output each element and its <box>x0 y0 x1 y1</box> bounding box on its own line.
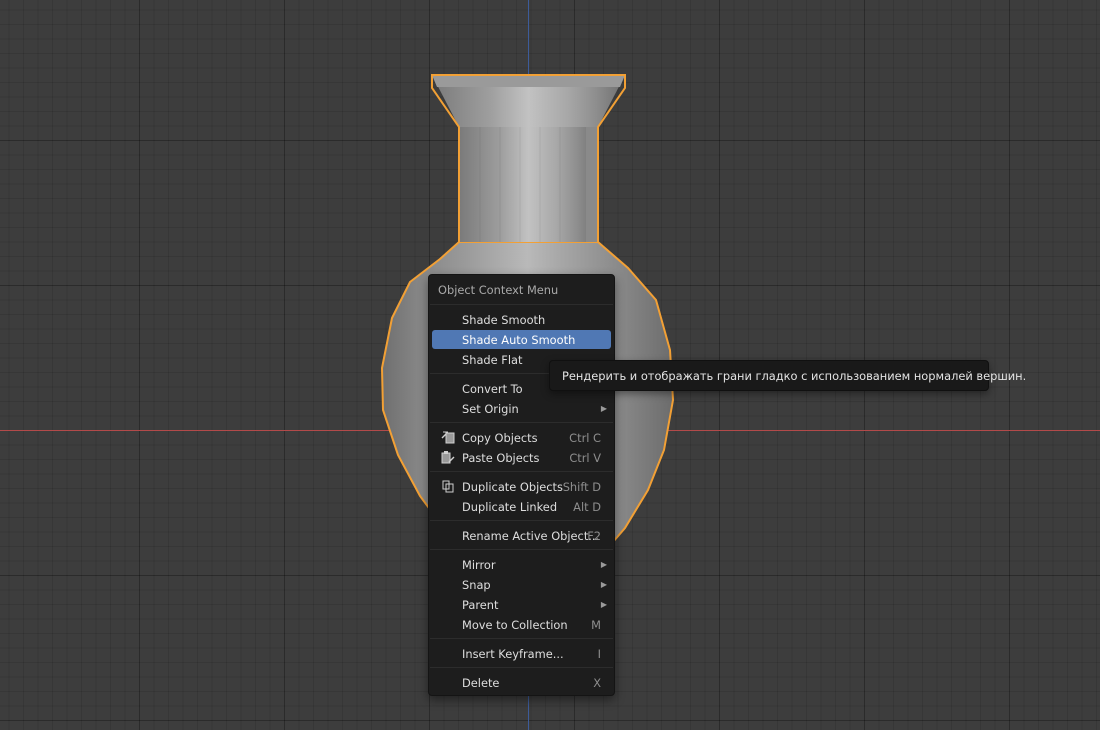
menu-item-label: Move to Collection <box>462 618 568 632</box>
paste-icon <box>441 451 455 464</box>
menu-item-copy-objects[interactable]: Copy Objects Ctrl C <box>432 428 611 447</box>
menu-item-shortcut: F2 <box>587 529 601 543</box>
menu-item-label: Shade Flat <box>462 353 523 367</box>
menu-item-insert-keyframe[interactable]: Insert Keyframe... I <box>432 644 611 663</box>
menu-separator <box>430 520 613 521</box>
menu-item-snap[interactable]: Snap ▶ <box>432 575 611 594</box>
menu-item-mirror[interactable]: Mirror ▶ <box>432 555 611 574</box>
menu-item-shortcut: Ctrl V <box>569 451 601 465</box>
submenu-arrow-icon: ▶ <box>600 404 607 413</box>
tooltip: Рендерить и отображать грани гладко с ис… <box>549 360 1026 391</box>
menu-item-label: Delete <box>462 676 500 690</box>
menu-item-delete[interactable]: Delete X <box>432 673 611 692</box>
menu-item-shortcut: I <box>597 647 601 661</box>
menu-item-label: Duplicate Linked <box>462 500 558 514</box>
menu-item-label: Shade Auto Smooth <box>462 333 576 347</box>
submenu-arrow-icon: ▶ <box>600 560 607 569</box>
menu-title: Object Context Menu <box>438 283 559 297</box>
menu-item-shortcut: M <box>591 618 601 632</box>
menu-item-shortcut: Shift D <box>562 480 601 494</box>
copy-icon <box>441 431 455 444</box>
menu-item-shade-smooth[interactable]: Shade Smooth <box>432 310 611 329</box>
menu-item-shade-auto-smooth[interactable]: Shade Auto Smooth <box>432 330 611 349</box>
menu-separator <box>430 471 613 472</box>
menu-item-rename-active-object[interactable]: Rename Active Object... F2 <box>432 526 611 545</box>
menu-item-label: Insert Keyframe... <box>462 647 564 661</box>
menu-separator <box>430 304 613 305</box>
menu-item-set-origin[interactable]: Set Origin ▶ <box>432 399 611 418</box>
menu-item-duplicate-objects[interactable]: Duplicate Objects Shift D <box>432 477 611 496</box>
menu-item-label: Set Origin <box>462 402 519 416</box>
menu-item-label: Duplicate Objects <box>462 480 563 494</box>
submenu-arrow-icon: ▶ <box>600 580 607 589</box>
menu-item-shortcut: X <box>593 676 601 690</box>
menu-item-paste-objects[interactable]: Paste Objects Ctrl V <box>432 448 611 467</box>
3d-viewport[interactable]: Object Context Menu Shade Smooth Shade A… <box>0 0 1100 730</box>
submenu-arrow-icon: ▶ <box>600 600 607 609</box>
menu-item-parent[interactable]: Parent ▶ <box>432 595 611 614</box>
menu-item-label: Parent <box>462 598 499 612</box>
menu-separator <box>430 667 613 668</box>
object-context-menu: Object Context Menu Shade Smooth Shade A… <box>428 274 615 696</box>
duplicate-icon <box>442 480 454 493</box>
menu-separator <box>430 638 613 639</box>
menu-item-label: Paste Objects <box>462 451 540 465</box>
menu-item-label: Copy Objects <box>462 431 538 445</box>
menu-item-label: Shade Smooth <box>462 313 546 327</box>
menu-item-label: Convert To <box>462 382 523 396</box>
menu-item-label: Snap <box>462 578 491 592</box>
tooltip-text: Рендерить и отображать грани гладко с ис… <box>562 369 1027 383</box>
menu-item-shortcut: Ctrl C <box>569 431 601 445</box>
menu-separator <box>430 549 613 550</box>
menu-item-move-to-collection[interactable]: Move to Collection M <box>432 615 611 634</box>
menu-item-label: Mirror <box>462 558 496 572</box>
menu-item-duplicate-linked[interactable]: Duplicate Linked Alt D <box>432 497 611 516</box>
menu-item-shortcut: Alt D <box>573 500 601 514</box>
menu-item-label: Rename Active Object... <box>462 529 600 543</box>
menu-separator <box>430 422 613 423</box>
